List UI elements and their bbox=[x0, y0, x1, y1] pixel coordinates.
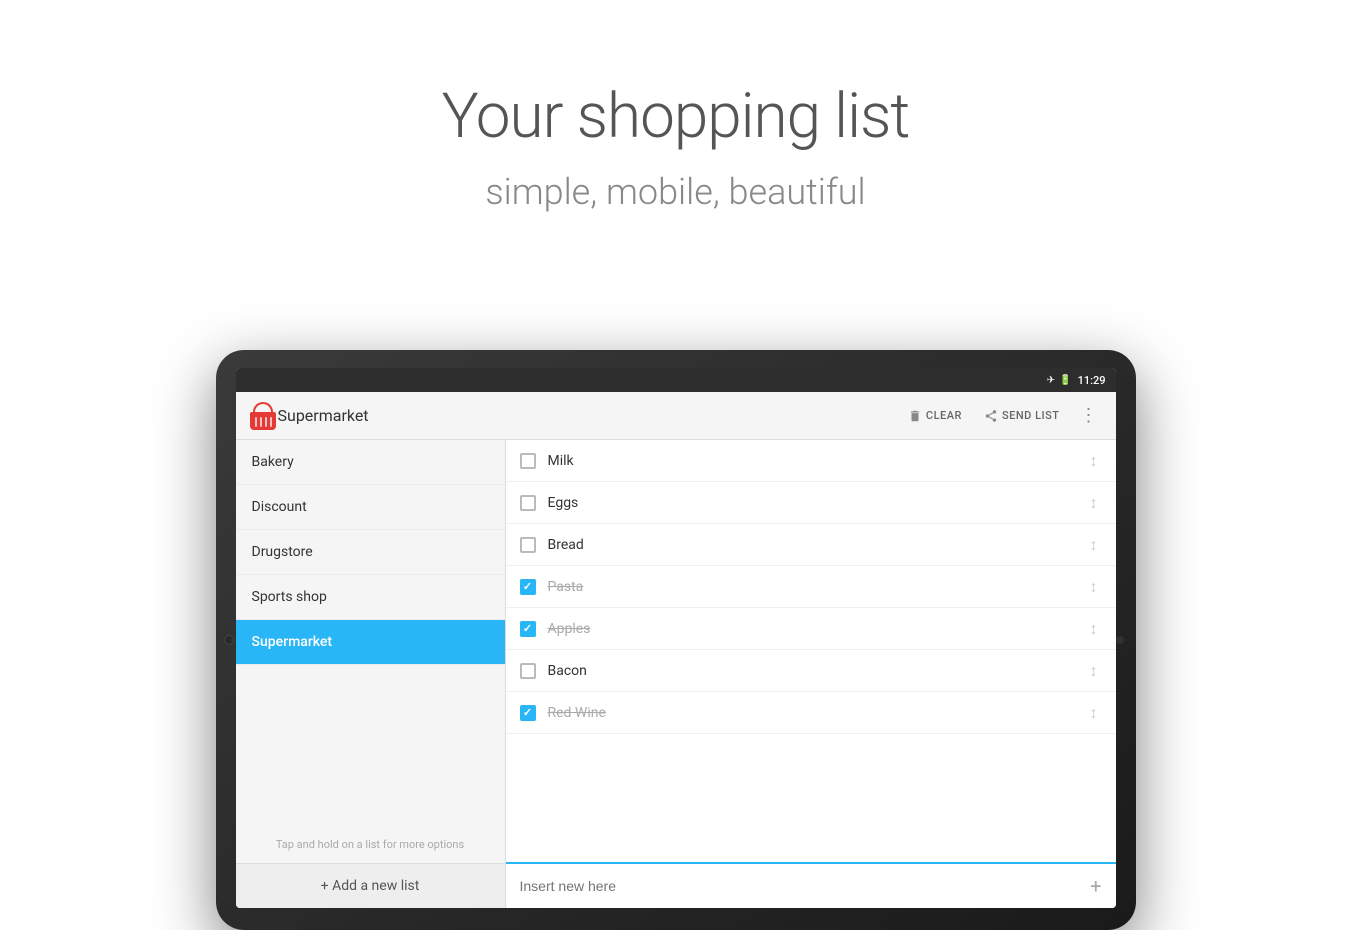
tablet-camera-right bbox=[1116, 636, 1124, 644]
item-label: Milk bbox=[548, 453, 1086, 469]
hero-section: Your shopping list simple, mobile, beaut… bbox=[0, 0, 1351, 213]
hero-title: Your shopping list bbox=[0, 80, 1351, 153]
item-checkbox[interactable] bbox=[520, 579, 536, 595]
tablet-camera-left bbox=[224, 635, 234, 645]
sidebar-item-bakery[interactable]: Bakery bbox=[236, 440, 505, 485]
item-label: Eggs bbox=[548, 495, 1086, 511]
sidebar-item-discount[interactable]: Discount bbox=[236, 485, 505, 530]
status-icons: ✈ 🔋 bbox=[1047, 375, 1072, 386]
drag-handle-icon[interactable]: ↕ bbox=[1086, 703, 1102, 723]
sidebar-list: BakeryDiscountDrugstoreSports shopSuperm… bbox=[236, 440, 505, 826]
insert-add-button[interactable]: + bbox=[1082, 874, 1101, 898]
drag-handle-icon[interactable]: ↕ bbox=[1086, 577, 1102, 597]
app-bar: Supermarket CLEAR SEND LIST ⋮ bbox=[236, 392, 1116, 440]
list-item: Eggs↕ bbox=[506, 482, 1116, 524]
trash-icon bbox=[908, 409, 922, 423]
drag-handle-icon[interactable]: ↕ bbox=[1086, 451, 1102, 471]
tablet-outer: ✈ 🔋 11:29 bbox=[216, 350, 1136, 930]
send-list-label: SEND LIST bbox=[1002, 409, 1060, 422]
overflow-button[interactable]: ⋮ bbox=[1074, 401, 1104, 430]
airplane-icon: ✈ bbox=[1047, 375, 1055, 386]
item-checkbox[interactable] bbox=[520, 663, 536, 679]
insert-row: + bbox=[506, 862, 1116, 908]
basket-icon bbox=[248, 402, 278, 430]
item-checkbox[interactable] bbox=[520, 537, 536, 553]
drag-handle-icon[interactable]: ↕ bbox=[1086, 535, 1102, 555]
main-list: Milk↕Eggs↕Bread↕Pasta↕Apples↕Bacon↕Red W… bbox=[506, 440, 1116, 908]
drag-handle-icon[interactable]: ↕ bbox=[1086, 619, 1102, 639]
hero-subtitle: simple, mobile, beautiful bbox=[0, 171, 1351, 213]
drag-handle-icon[interactable]: ↕ bbox=[1086, 493, 1102, 513]
list-item: Red Wine↕ bbox=[506, 692, 1116, 734]
tablet-screen: ✈ 🔋 11:29 bbox=[236, 368, 1116, 908]
add-new-list-button[interactable]: + Add a new list bbox=[236, 863, 505, 908]
list-item: Pasta↕ bbox=[506, 566, 1116, 608]
item-checkbox[interactable] bbox=[520, 453, 536, 469]
item-label: Apples bbox=[548, 621, 1086, 637]
sidebar-item-drugstore[interactable]: Drugstore bbox=[236, 530, 505, 575]
item-label: Red Wine bbox=[548, 705, 1086, 721]
list-item: Bread↕ bbox=[506, 524, 1116, 566]
item-checkbox[interactable] bbox=[520, 495, 536, 511]
list-items-container: Milk↕Eggs↕Bread↕Pasta↕Apples↕Bacon↕Red W… bbox=[506, 440, 1116, 862]
battery-icon: 🔋 bbox=[1059, 375, 1071, 386]
sidebar-item-supermarket[interactable]: Supermarket bbox=[236, 620, 505, 665]
app-content: BakeryDiscountDrugstoreSports shopSuperm… bbox=[236, 440, 1116, 908]
sidebar-item-sports-shop[interactable]: Sports shop bbox=[236, 575, 505, 620]
tablet-wrapper: ✈ 🔋 11:29 bbox=[216, 350, 1136, 930]
send-list-button[interactable]: SEND LIST bbox=[976, 405, 1068, 427]
clear-button[interactable]: CLEAR bbox=[900, 405, 970, 427]
drag-handle-icon[interactable]: ↕ bbox=[1086, 661, 1102, 681]
item-label: Bread bbox=[548, 537, 1086, 553]
status-time: 11:29 bbox=[1078, 374, 1106, 387]
sidebar-hint: Tap and hold on a list for more options bbox=[236, 826, 505, 863]
app-title: Supermarket bbox=[278, 406, 900, 425]
status-bar: ✈ 🔋 11:29 bbox=[236, 368, 1116, 392]
insert-input[interactable] bbox=[520, 878, 1083, 894]
list-item: Apples↕ bbox=[506, 608, 1116, 650]
list-item: Milk↕ bbox=[506, 440, 1116, 482]
clear-label: CLEAR bbox=[926, 409, 962, 422]
item-label: Pasta bbox=[548, 579, 1086, 595]
app-bar-actions: CLEAR SEND LIST ⋮ bbox=[900, 401, 1104, 430]
sidebar: BakeryDiscountDrugstoreSports shopSuperm… bbox=[236, 440, 506, 908]
share-icon bbox=[984, 409, 998, 423]
item-checkbox[interactable] bbox=[520, 705, 536, 721]
item-label: Bacon bbox=[548, 663, 1086, 679]
list-item: Bacon↕ bbox=[506, 650, 1116, 692]
item-checkbox[interactable] bbox=[520, 621, 536, 637]
